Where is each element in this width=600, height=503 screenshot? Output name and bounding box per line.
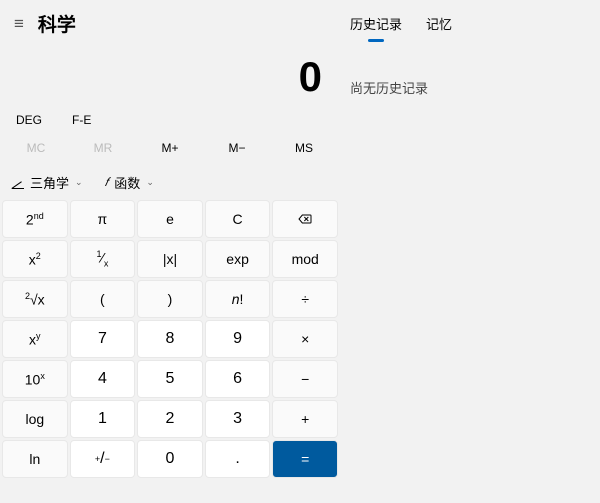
ln-button[interactable]: ln — [2, 440, 68, 478]
sqrt-button[interactable]: 2√x — [2, 280, 68, 318]
close-paren-button[interactable]: ) — [137, 280, 203, 318]
menu-icon[interactable]: ≡ — [14, 14, 24, 34]
backspace-icon — [297, 211, 313, 227]
digit-0-button[interactable]: 0 — [137, 440, 203, 478]
add-button[interactable]: + — [272, 400, 338, 438]
tabs: 历史记录 记忆 — [340, 0, 600, 52]
power-button[interactable]: xy — [2, 320, 68, 358]
memory-plus[interactable]: M+ — [144, 141, 196, 155]
function-icon: 𝑓 — [105, 175, 109, 190]
function-dropdown[interactable]: 𝑓 函数 ⌄ — [105, 173, 154, 192]
chevron-down-icon: ⌄ — [146, 177, 154, 188]
calculator-panel: ≡ 科学 0 DEG F-E MC MR M+ M− MS 三角学 ⌄ 𝑓 函数… — [0, 0, 340, 503]
multiply-button[interactable]: × — [272, 320, 338, 358]
memory-row: MC MR M+ M− MS — [0, 131, 340, 165]
digit-6-button[interactable]: 6 — [205, 360, 271, 398]
memory-recall: MR — [77, 141, 129, 155]
second-button[interactable]: 2nd — [2, 200, 68, 238]
backspace-button[interactable] — [272, 200, 338, 238]
divide-button[interactable]: ÷ — [272, 280, 338, 318]
memory-clear: MC — [10, 141, 62, 155]
header: ≡ 科学 — [0, 0, 340, 43]
digit-8-button[interactable]: 8 — [137, 320, 203, 358]
title: 科学 — [38, 10, 76, 37]
subtract-button[interactable]: − — [272, 360, 338, 398]
equals-button[interactable]: = — [272, 440, 338, 478]
ten-power-button[interactable]: 10x — [2, 360, 68, 398]
function-label: 函数 — [114, 173, 140, 192]
mod-button[interactable]: mod — [272, 240, 338, 278]
e-button[interactable]: e — [137, 200, 203, 238]
digit-3-button[interactable]: 3 — [205, 400, 271, 438]
open-paren-button[interactable]: ( — [70, 280, 136, 318]
empty-history-text: 尚无历史记录 — [340, 52, 600, 123]
abs-button[interactable]: |x| — [137, 240, 203, 278]
exp-button[interactable]: exp — [205, 240, 271, 278]
digit-1-button[interactable]: 1 — [70, 400, 136, 438]
pi-button[interactable]: π — [70, 200, 136, 238]
square-button[interactable]: x2 — [2, 240, 68, 278]
memory-store[interactable]: MS — [278, 141, 330, 155]
digit-5-button[interactable]: 5 — [137, 360, 203, 398]
digit-7-button[interactable]: 7 — [70, 320, 136, 358]
function-row: 三角学 ⌄ 𝑓 函数 ⌄ — [0, 165, 340, 200]
log-button[interactable]: log — [2, 400, 68, 438]
trig-label: 三角学 — [30, 173, 69, 192]
memory-minus[interactable]: M− — [211, 141, 263, 155]
digit-9-button[interactable]: 9 — [205, 320, 271, 358]
fe-toggle[interactable]: F-E — [72, 113, 91, 127]
decimal-button[interactable]: . — [205, 440, 271, 478]
side-panel: 历史记录 记忆 尚无历史记录 — [340, 0, 600, 503]
angle-icon — [12, 177, 24, 189]
factorial-button[interactable]: n! — [205, 280, 271, 318]
tab-memory[interactable]: 记忆 — [426, 14, 452, 52]
chevron-down-icon: ⌄ — [75, 177, 83, 188]
digit-4-button[interactable]: 4 — [70, 360, 136, 398]
reciprocal-button[interactable]: 1⁄x — [70, 240, 136, 278]
button-grid: 2nd π e C x2 1⁄x |x| exp mod 2√x ( ) n! … — [0, 200, 340, 503]
clear-button[interactable]: C — [205, 200, 271, 238]
deg-toggle[interactable]: DEG — [16, 113, 42, 127]
trig-dropdown[interactable]: 三角学 ⌄ — [12, 173, 83, 192]
mode-row: DEG F-E — [0, 107, 340, 131]
digit-2-button[interactable]: 2 — [137, 400, 203, 438]
tab-history[interactable]: 历史记录 — [350, 14, 402, 52]
negate-button[interactable]: +/− — [70, 440, 136, 478]
display: 0 — [0, 43, 340, 107]
